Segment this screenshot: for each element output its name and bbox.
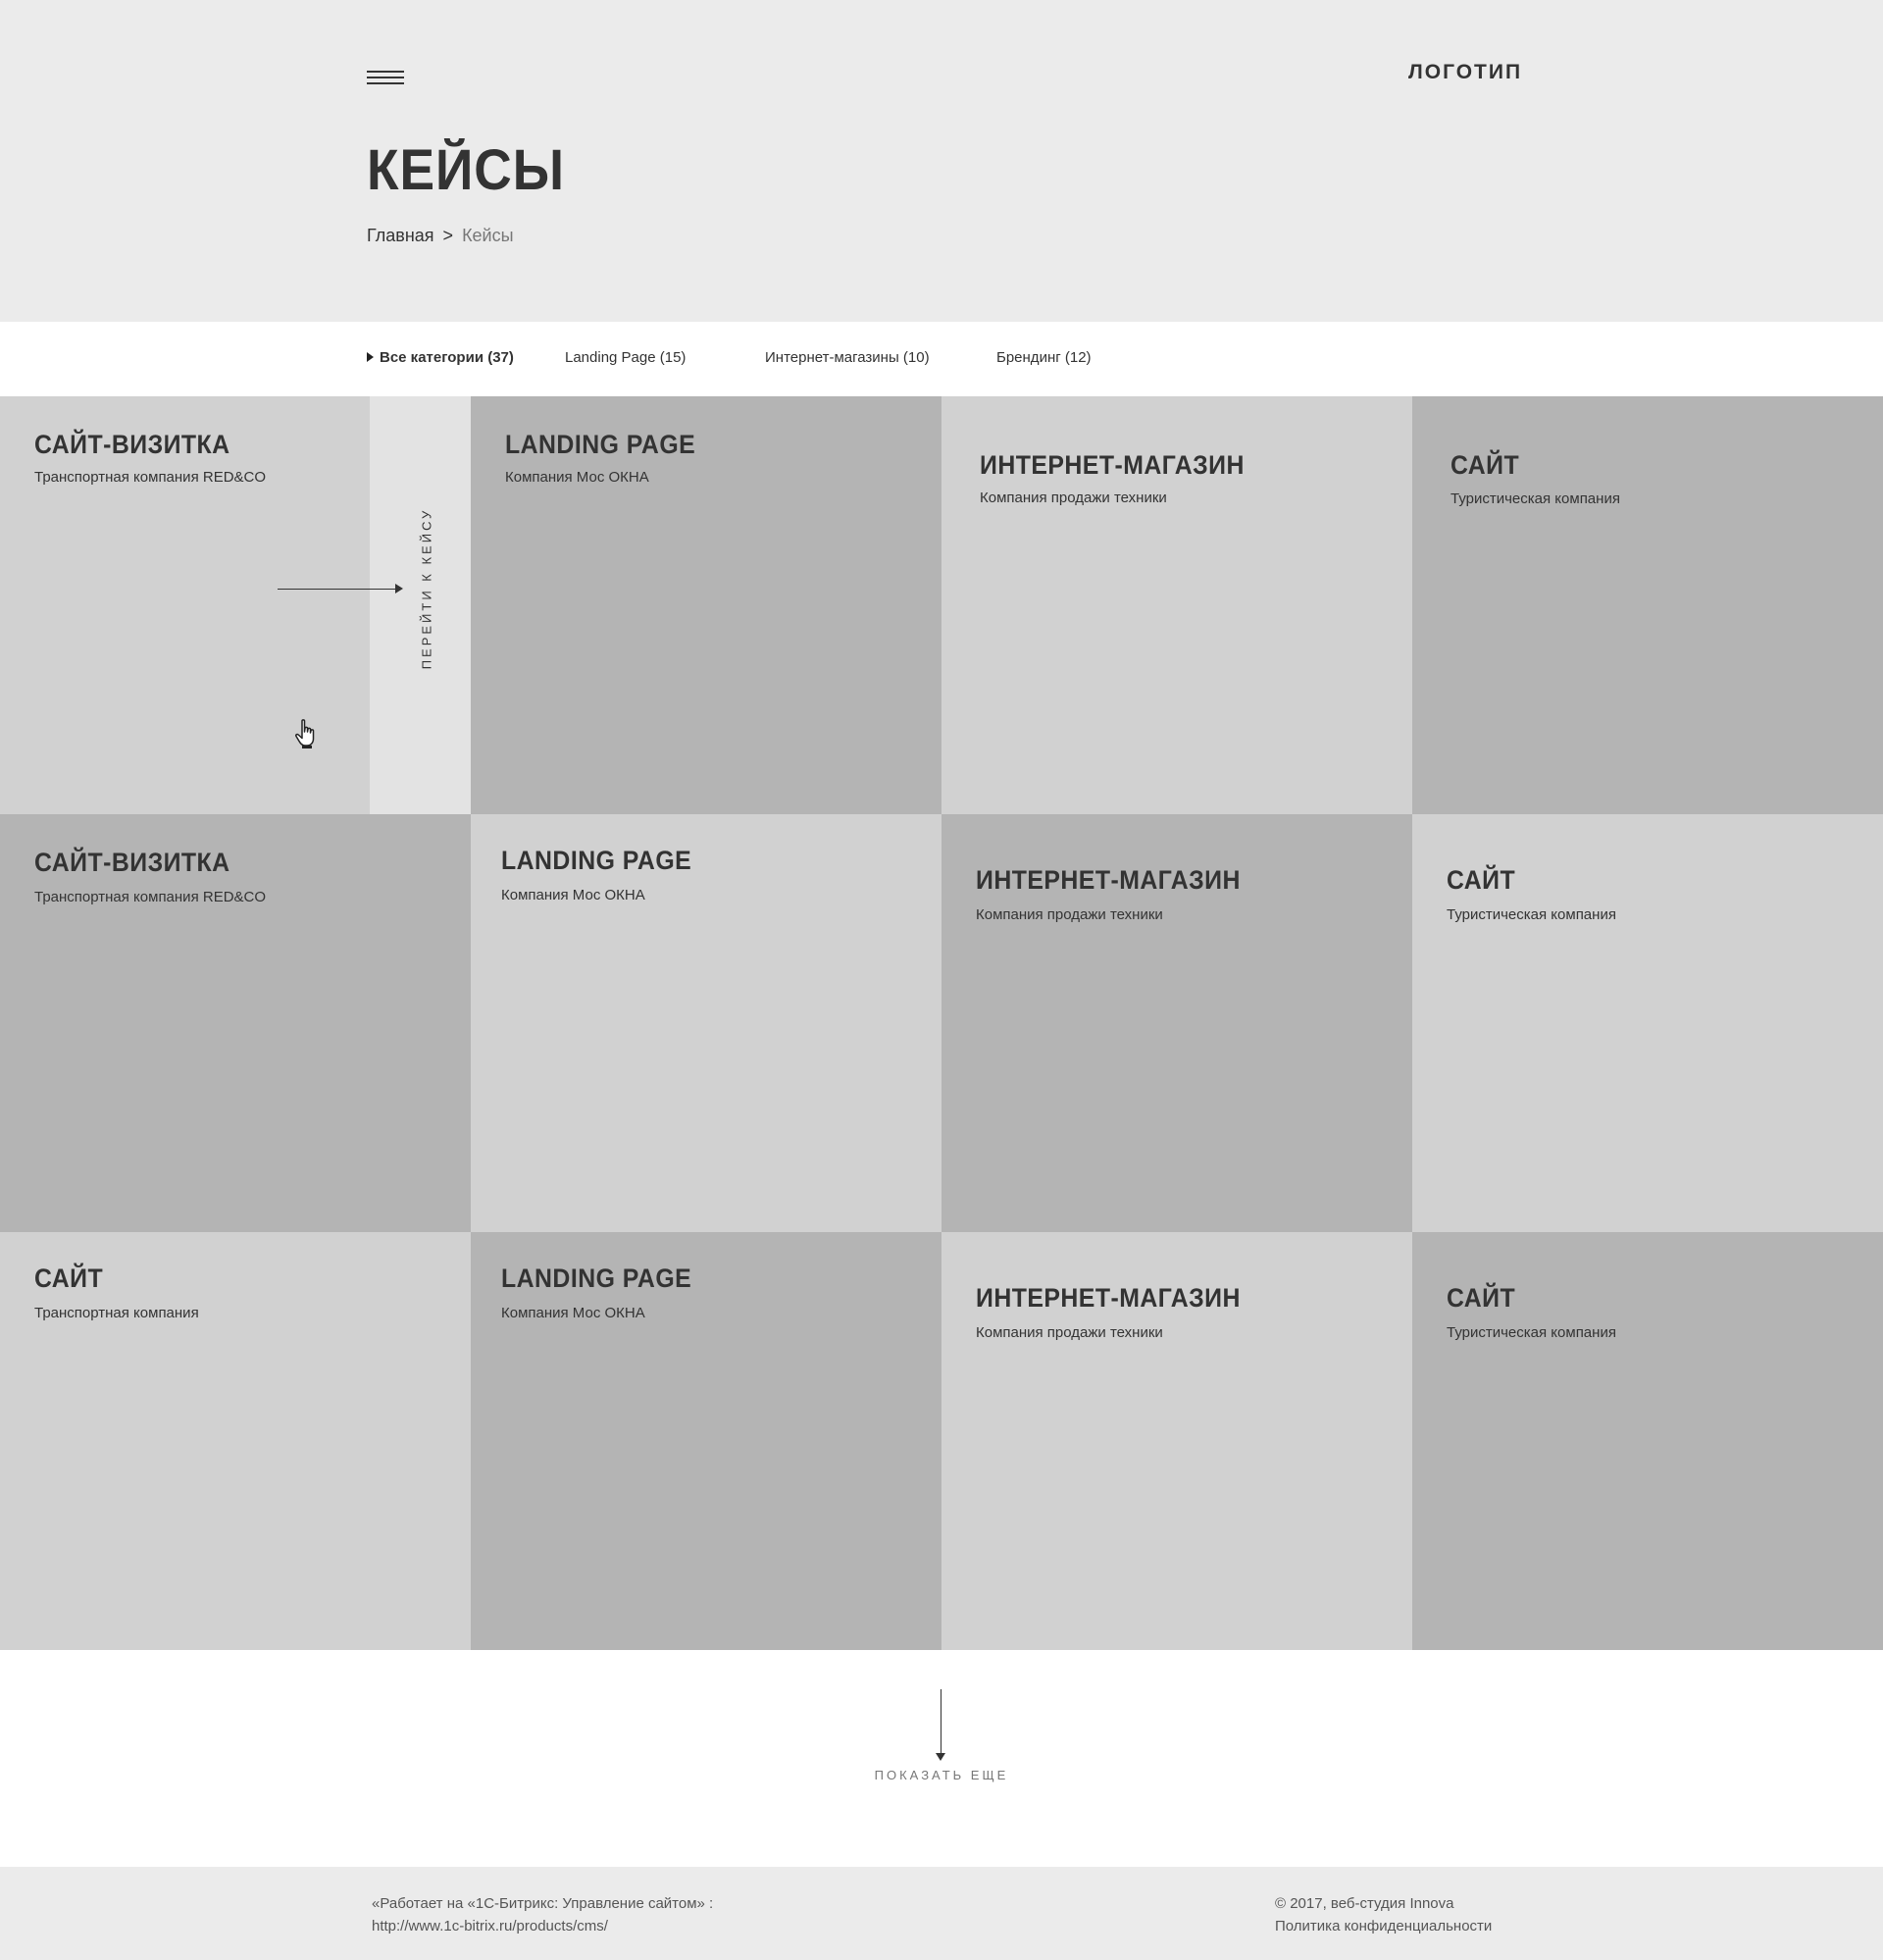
filter-all-categories[interactable]: Все категории (37) — [367, 349, 514, 366]
menu-icon[interactable] — [367, 69, 404, 88]
case-tile[interactable]: LANDING PAGE Компания Мос ОКНА — [471, 814, 942, 1232]
powered-by-text: «Работает на «1С-Битрикс: Управление сай… — [372, 1895, 714, 1912]
case-subtitle: Транспортная компания RED&CO — [34, 469, 267, 486]
breadcrumb: Главная > Кейсы — [367, 226, 514, 246]
case-subtitle: Компания Мос ОКНА — [501, 887, 645, 903]
filter-branding[interactable]: Брендинг (12) — [996, 349, 1092, 366]
case-title: ИНТЕРНЕТ-МАГАЗИН — [976, 1283, 1241, 1313]
arrow-right-icon — [278, 589, 395, 590]
case-subtitle: Компания продажи техники — [976, 1324, 1163, 1341]
breadcrumb-home-link[interactable]: Главная — [367, 226, 434, 245]
case-title: САЙТ-ВИЗИТКА — [34, 430, 230, 459]
case-subtitle: Транспортная компания RED&CO — [34, 889, 267, 905]
case-tile[interactable]: ИНТЕРНЕТ-МАГАЗИН Компания продажи техник… — [942, 1232, 1412, 1650]
case-subtitle: Компания Мос ОКНА — [505, 469, 649, 486]
case-tile[interactable]: САЙТ Туристическая компания — [1412, 1232, 1883, 1650]
cases-grid: САЙТ-ВИЗИТКА Транспортная компания RED&C… — [0, 396, 1883, 1650]
case-title: LANDING PAGE — [501, 1264, 692, 1293]
case-title: САЙТ — [34, 1264, 104, 1293]
show-more-button[interactable]: ПОКАЗАТЬ ЕЩЕ — [0, 1768, 1883, 1782]
case-subtitle: Транспортная компания — [34, 1305, 199, 1321]
case-title: LANDING PAGE — [501, 846, 692, 875]
privacy-policy-link[interactable]: Политика конфиденциальности — [1275, 1918, 1492, 1934]
menu-icon-line — [367, 82, 404, 84]
case-subtitle: Туристическая компания — [1447, 906, 1616, 923]
show-more-arrow-icon — [941, 1689, 942, 1754]
case-title: САЙТ — [1447, 865, 1516, 895]
hand-pointer-icon — [295, 719, 315, 748]
case-tile[interactable]: LANDING PAGE Компания Мос ОКНА — [471, 1232, 942, 1650]
arrow-down-icon — [936, 1753, 945, 1761]
play-triangle-icon — [367, 352, 374, 362]
case-title: ИНТЕРНЕТ-МАГАЗИН — [980, 450, 1245, 480]
case-tile[interactable]: САЙТ Туристическая компания — [1412, 814, 1883, 1232]
case-title: ИНТЕРНЕТ-МАГАЗИН — [976, 865, 1241, 895]
case-subtitle: Туристическая компания — [1450, 490, 1620, 507]
breadcrumb-separator: > — [442, 226, 454, 245]
powered-by: «Работает на «1С-Битрикс: Управление сай… — [372, 1892, 713, 1937]
case-title: САЙТ — [1450, 450, 1520, 480]
filter-landing-page[interactable]: Landing Page (15) — [565, 349, 686, 366]
filter-label: Landing Page (15) — [565, 349, 687, 366]
case-tile[interactable]: САЙТ-ВИЗИТКА Транспортная компания RED&C… — [0, 814, 471, 1232]
filter-online-stores[interactable]: Интернет-магазины (10) — [765, 349, 930, 366]
go-to-case-label: ПЕРЕЙТИ К КЕЙСУ — [419, 507, 434, 670]
case-title: САЙТ — [1447, 1283, 1516, 1313]
case-tile[interactable]: САЙТ Транспортная компания — [0, 1232, 471, 1650]
case-subtitle: Компания Мос ОКНА — [501, 1305, 645, 1321]
copyright: © 2017, веб-студия Innova — [1275, 1895, 1454, 1912]
case-title: САЙТ-ВИЗИТКА — [34, 848, 230, 877]
menu-icon-line — [367, 71, 404, 73]
case-tile[interactable]: ИНТЕРНЕТ-МАГАЗИН Компания продажи техник… — [942, 396, 1412, 814]
menu-icon-line — [367, 77, 404, 78]
case-subtitle: Компания продажи техники — [976, 906, 1163, 923]
footer-info: © 2017, веб-студия Innova Политика конфи… — [1275, 1892, 1492, 1937]
page-title: КЕЙСЫ — [367, 138, 565, 202]
case-subtitle: Компания продажи техники — [980, 490, 1167, 506]
case-tile[interactable]: САЙТ Туристическая компания — [1412, 396, 1883, 814]
page-header: ЛОГОТИП КЕЙСЫ Главная > Кейсы — [0, 0, 1883, 322]
page-footer: «Работает на «1С-Битрикс: Управление сай… — [0, 1867, 1883, 1960]
logo[interactable]: ЛОГОТИП — [1408, 61, 1522, 84]
case-subtitle: Туристическая компания — [1447, 1324, 1616, 1341]
filter-label: Интернет-магазины (10) — [765, 349, 930, 366]
filter-label: Брендинг (12) — [996, 349, 1092, 366]
arrow-head-icon — [395, 584, 403, 593]
case-tile[interactable]: ИНТЕРНЕТ-МАГАЗИН Компания продажи техник… — [942, 814, 1412, 1232]
breadcrumb-current: Кейсы — [462, 226, 514, 245]
category-filter-bar: Все категории (37) Landing Page (15) Инт… — [0, 322, 1883, 396]
bitrix-link[interactable]: http://www.1c-bitrix.ru/products/cms/ — [372, 1918, 608, 1934]
case-tile[interactable]: LANDING PAGE Компания Мос ОКНА — [471, 396, 942, 814]
filter-label: Все категории (37) — [380, 349, 514, 366]
case-title: LANDING PAGE — [505, 430, 696, 459]
